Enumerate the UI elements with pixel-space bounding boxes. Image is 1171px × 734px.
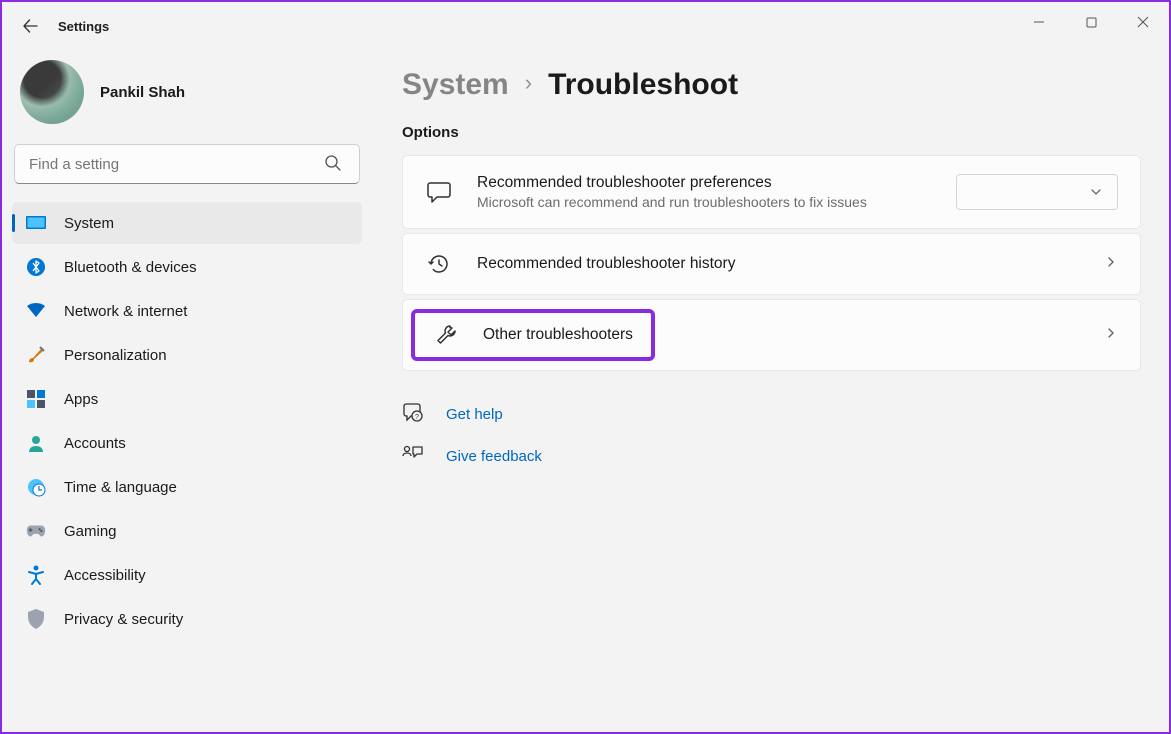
chevron-down-icon [1089, 185, 1103, 199]
profile-block[interactable]: Pankil Shah [12, 50, 362, 144]
breadcrumb: System › Troubleshoot [402, 68, 1141, 102]
card-other-troubleshooters[interactable]: Other troubleshooters [402, 299, 1141, 371]
history-icon [425, 252, 453, 276]
sidebar: Pankil Shah System Bluetooth & devices N… [2, 50, 372, 732]
window-title: Settings [58, 19, 109, 34]
sidebar-item-label: Accounts [64, 435, 126, 452]
close-button[interactable] [1117, 2, 1169, 42]
sidebar-item-system[interactable]: System [12, 202, 362, 244]
card-troubleshooter-prefs[interactable]: Recommended troubleshooter preferences M… [402, 155, 1141, 229]
breadcrumb-parent[interactable]: System [402, 68, 509, 102]
titlebar: Settings [2, 2, 1169, 50]
svg-text:?: ? [415, 414, 419, 421]
brush-icon [26, 345, 46, 365]
sidebar-item-apps[interactable]: Apps [12, 378, 362, 420]
window-controls [1013, 2, 1169, 42]
minimize-button[interactable] [1013, 2, 1065, 42]
section-label: Options [402, 124, 1141, 141]
card-troubleshooter-history[interactable]: Recommended troubleshooter history [402, 233, 1141, 295]
highlight-annotation: Other troubleshooters [411, 309, 655, 361]
card-title: Other troubleshooters [483, 326, 633, 344]
person-icon [26, 433, 46, 453]
shield-icon [26, 609, 46, 629]
search-input[interactable] [14, 144, 360, 184]
sidebar-item-label: System [64, 215, 114, 232]
help-links: ? Get help Give feedback [402, 401, 1141, 469]
sidebar-item-gaming[interactable]: Gaming [12, 510, 362, 552]
sidebar-item-label: Gaming [64, 523, 117, 540]
arrow-left-icon [22, 18, 38, 34]
prefs-dropdown[interactable] [956, 174, 1118, 210]
maximize-icon [1086, 17, 1097, 28]
search-icon [324, 154, 342, 177]
feedback-icon [402, 444, 426, 469]
sidebar-item-label: Apps [64, 391, 98, 408]
sidebar-item-label: Time & language [64, 479, 177, 496]
chevron-right-icon [1104, 255, 1118, 274]
card-subtitle: Microsoft can recommend and run troubles… [477, 194, 932, 210]
sidebar-item-network[interactable]: Network & internet [12, 290, 362, 332]
user-name: Pankil Shah [100, 84, 185, 101]
sidebar-item-accounts[interactable]: Accounts [12, 422, 362, 464]
give-feedback-link[interactable]: Give feedback [446, 448, 542, 465]
nav-list: System Bluetooth & devices Network & int… [12, 202, 362, 640]
avatar [20, 60, 84, 124]
wrench-icon [433, 323, 461, 347]
get-help-link[interactable]: Get help [446, 406, 503, 423]
sidebar-item-label: Network & internet [64, 303, 187, 320]
chat-icon [425, 181, 453, 203]
help-icon: ? [402, 401, 426, 428]
sidebar-item-personalization[interactable]: Personalization [12, 334, 362, 376]
clock-globe-icon [26, 477, 46, 497]
back-button[interactable] [10, 6, 50, 46]
accessibility-icon [26, 565, 46, 585]
card-title: Recommended troubleshooter preferences [477, 174, 932, 192]
wifi-icon [26, 301, 46, 321]
main-content: System › Troubleshoot Options Recommende… [372, 50, 1169, 732]
card-title: Recommended troubleshooter history [477, 255, 1080, 273]
sidebar-item-label: Bluetooth & devices [64, 259, 197, 276]
apps-icon [26, 389, 46, 409]
sidebar-item-bluetooth[interactable]: Bluetooth & devices [12, 246, 362, 288]
close-icon [1137, 16, 1149, 28]
chevron-right-icon [1104, 326, 1118, 345]
gamepad-icon [26, 521, 46, 541]
maximize-button[interactable] [1065, 2, 1117, 42]
system-icon [26, 213, 46, 233]
sidebar-item-accessibility[interactable]: Accessibility [12, 554, 362, 596]
sidebar-item-privacy[interactable]: Privacy & security [12, 598, 362, 640]
page-title: Troubleshoot [548, 68, 738, 102]
sidebar-item-label: Accessibility [64, 567, 146, 584]
bluetooth-icon [26, 257, 46, 277]
sidebar-item-label: Privacy & security [64, 611, 183, 628]
sidebar-item-time[interactable]: Time & language [12, 466, 362, 508]
minimize-icon [1033, 16, 1045, 28]
chevron-right-icon: › [525, 70, 532, 100]
sidebar-item-label: Personalization [64, 347, 167, 364]
